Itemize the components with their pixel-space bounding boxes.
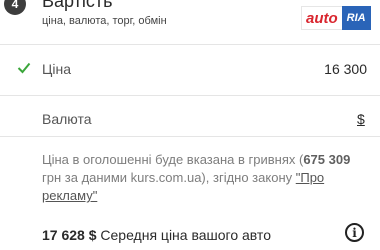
note-text-before: Ціна в оголошенні буде вказана в гривнях… <box>42 152 304 167</box>
note-text-after: грн за даними kurs.com.ua), згідно закон… <box>42 170 296 185</box>
price-value[interactable]: 16 300 <box>324 61 367 77</box>
currency-select[interactable]: $ <box>357 111 365 127</box>
check-icon <box>17 62 31 74</box>
price-divider <box>0 95 380 96</box>
uah-amount: 675 309 <box>303 152 351 167</box>
average-price-amount: 17 628 $ <box>42 227 97 243</box>
currency-label: Валюта <box>42 111 92 127</box>
logo-ria-text: RIA <box>341 6 371 30</box>
header-divider <box>0 44 380 45</box>
section-title: Вартість <box>42 0 113 11</box>
average-price-line: 17 628 $ Середня ціна вашого авто <box>42 227 271 243</box>
autoria-logo: auto RIA <box>301 6 371 30</box>
currency-divider <box>0 136 380 137</box>
step-number-badge: 4 <box>4 0 26 15</box>
logo-auto-text: auto <box>301 6 342 30</box>
price-label: Ціна <box>42 61 71 77</box>
currency-conversion-note: Ціна в оголошенні буде вказана в гривнях… <box>42 151 367 205</box>
section-subtitle: ціна, валюта, торг, обмін <box>42 15 167 27</box>
info-icon[interactable]: i <box>345 223 364 242</box>
average-price-label: Середня ціна вашого авто <box>96 227 271 243</box>
